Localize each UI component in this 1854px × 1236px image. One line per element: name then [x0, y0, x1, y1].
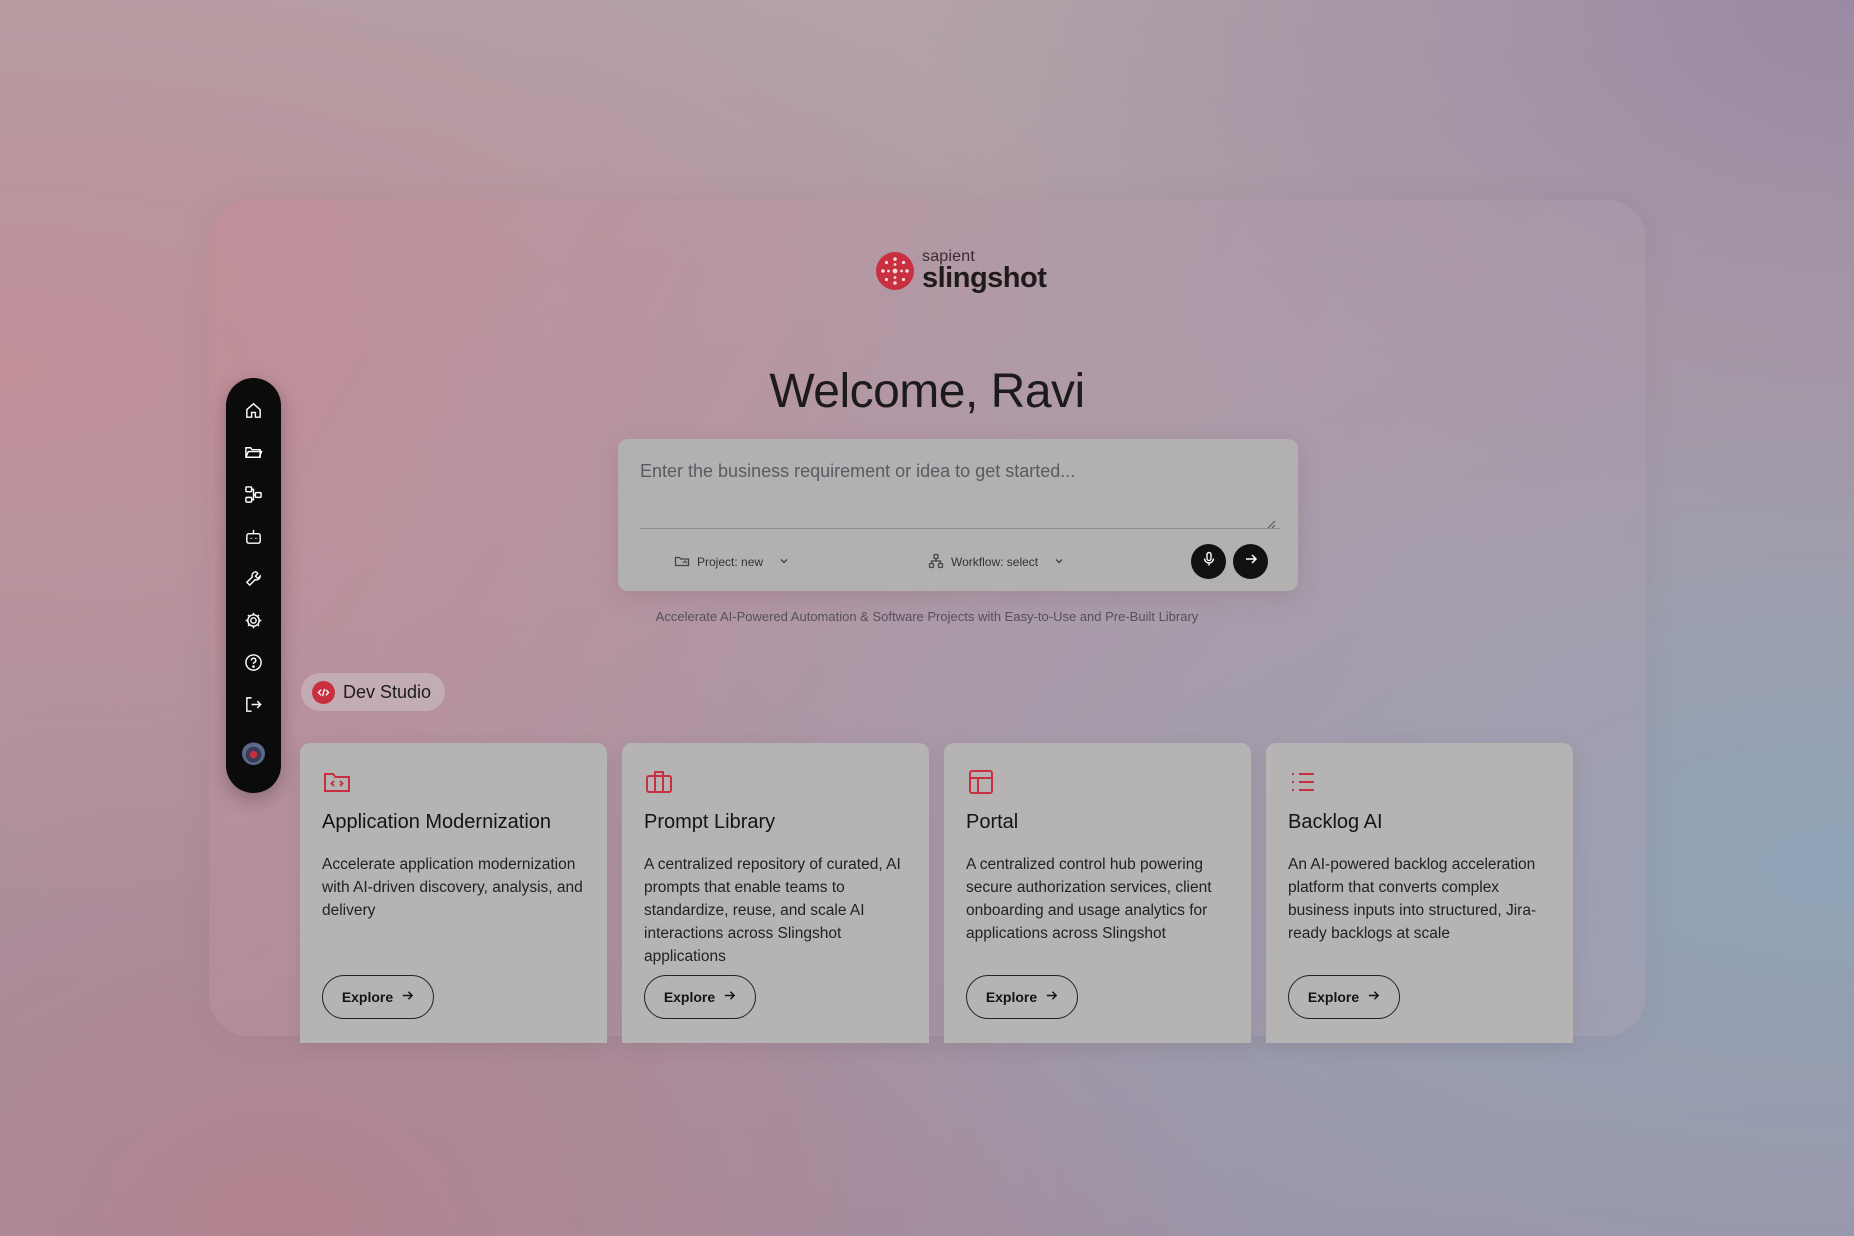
microphone-icon [1201, 551, 1217, 572]
card-description: A centralized repository of curated, AI … [644, 856, 901, 965]
folder-code-icon [322, 767, 352, 797]
logout-icon[interactable] [243, 694, 264, 715]
arrow-right-icon [1367, 989, 1380, 1005]
arrow-right-icon [1243, 551, 1259, 572]
brand-name: slingshot [922, 262, 1047, 294]
workflow-icon [928, 553, 944, 572]
explore-button-label: Explore [663, 989, 716, 1005]
card-description: An AI-powered backlog acceleration platf… [1288, 856, 1537, 942]
prompt-box: Project: new Workflow: select [618, 439, 1298, 591]
card-description: Accelerate application modernization wit… [322, 856, 583, 919]
chevron-down-icon [778, 555, 790, 570]
project-label: Project: new [697, 555, 764, 569]
section-chip: Dev Studio [301, 673, 445, 711]
folder-tree-icon [674, 553, 690, 572]
workflow-label: Workflow: select [951, 555, 1039, 569]
explore-button[interactable]: Explore [644, 975, 756, 1019]
sidebar [226, 378, 281, 793]
chevron-down-icon [1053, 555, 1065, 570]
section-label: Dev Studio [343, 681, 432, 702]
card-title: Application Modernization [322, 811, 552, 833]
microphone-button[interactable] [1191, 544, 1226, 579]
explore-button-label: Explore [985, 989, 1038, 1005]
arrow-right-icon [401, 989, 414, 1005]
explore-button-label: Explore [1307, 989, 1360, 1005]
card-title: Prompt Library [644, 811, 776, 833]
explore-button[interactable]: Explore [966, 975, 1078, 1019]
requirement-input[interactable] [640, 461, 1280, 529]
card-application-modernization: Application Modernization Accelerate app… [300, 743, 607, 1043]
folder-icon[interactable] [243, 442, 264, 463]
home-icon[interactable] [243, 400, 264, 421]
card-title: Backlog AI [1288, 811, 1383, 833]
slingshot-logo-icon [876, 252, 914, 290]
submit-button[interactable] [1233, 544, 1268, 579]
brand-logo: sapient slingshot [876, 249, 1047, 294]
workflow-selector[interactable]: Workflow: select [928, 544, 1065, 580]
bot-icon[interactable] [243, 526, 264, 547]
workflow-icon[interactable] [243, 484, 264, 505]
wrench-icon[interactable] [243, 568, 264, 589]
explore-button[interactable]: Explore [1288, 975, 1400, 1019]
briefcase-icon [644, 767, 674, 797]
gear-icon[interactable] [243, 610, 264, 631]
code-icon [312, 680, 335, 704]
explore-button[interactable]: Explore [322, 975, 434, 1019]
card-backlog-ai: Backlog AI An AI-powered backlog acceler… [1266, 743, 1573, 1043]
resize-grip-icon[interactable] [1266, 516, 1276, 534]
project-selector[interactable]: Project: new [674, 544, 790, 580]
prompt-toolbar: Project: new Workflow: select [618, 544, 1298, 580]
card-description: A centralized control hub powering secur… [966, 856, 1212, 942]
layout-icon [966, 767, 996, 797]
arrow-right-icon [723, 989, 736, 1005]
card-portal: Portal A centralized control hub powerin… [944, 743, 1251, 1043]
list-icon [1288, 767, 1318, 797]
user-avatar[interactable] [242, 742, 265, 765]
explore-button-label: Explore [341, 989, 394, 1005]
arrow-right-icon [1045, 989, 1058, 1005]
card-prompt-library: Prompt Library A centralized repository … [622, 743, 929, 1043]
help-icon[interactable] [243, 652, 264, 673]
card-title: Portal [966, 811, 1019, 833]
